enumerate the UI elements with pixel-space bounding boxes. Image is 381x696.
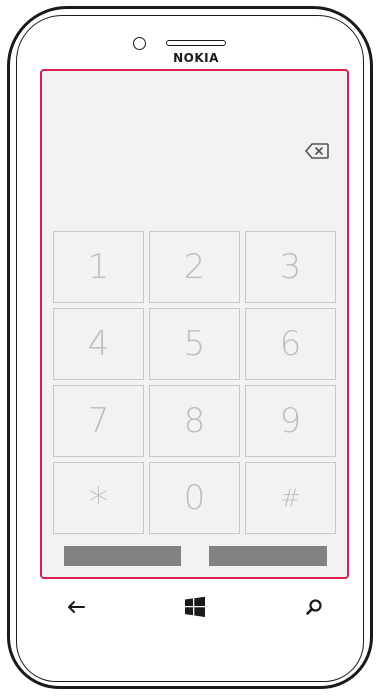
- key-7[interactable]: 7: [53, 385, 144, 457]
- front-camera: [133, 37, 146, 50]
- key-2[interactable]: 2: [149, 231, 240, 303]
- call-action-bar[interactable]: [64, 546, 181, 566]
- key-1[interactable]: 1: [53, 231, 144, 303]
- secondary-action-bar[interactable]: [209, 546, 327, 566]
- key-6[interactable]: 6: [245, 308, 336, 380]
- key-hash[interactable]: #: [245, 462, 336, 534]
- phone-screen: 1 2 3 4 5 6 7 8 9 * 0 #: [40, 69, 349, 579]
- earpiece-speaker: [166, 40, 226, 46]
- search-icon[interactable]: [300, 594, 328, 620]
- brand-logo: NOKIA: [173, 51, 219, 65]
- key-8[interactable]: 8: [149, 385, 240, 457]
- key-9[interactable]: 9: [245, 385, 336, 457]
- key-3[interactable]: 3: [245, 231, 336, 303]
- backspace-icon[interactable]: [304, 142, 330, 160]
- key-4[interactable]: 4: [53, 308, 144, 380]
- windows-logo-icon[interactable]: [180, 594, 210, 620]
- key-0[interactable]: 0: [149, 462, 240, 534]
- back-arrow-icon[interactable]: [62, 594, 90, 620]
- key-star[interactable]: *: [53, 462, 144, 534]
- dial-keypad: 1 2 3 4 5 6 7 8 9 * 0 #: [53, 231, 337, 534]
- key-5[interactable]: 5: [149, 308, 240, 380]
